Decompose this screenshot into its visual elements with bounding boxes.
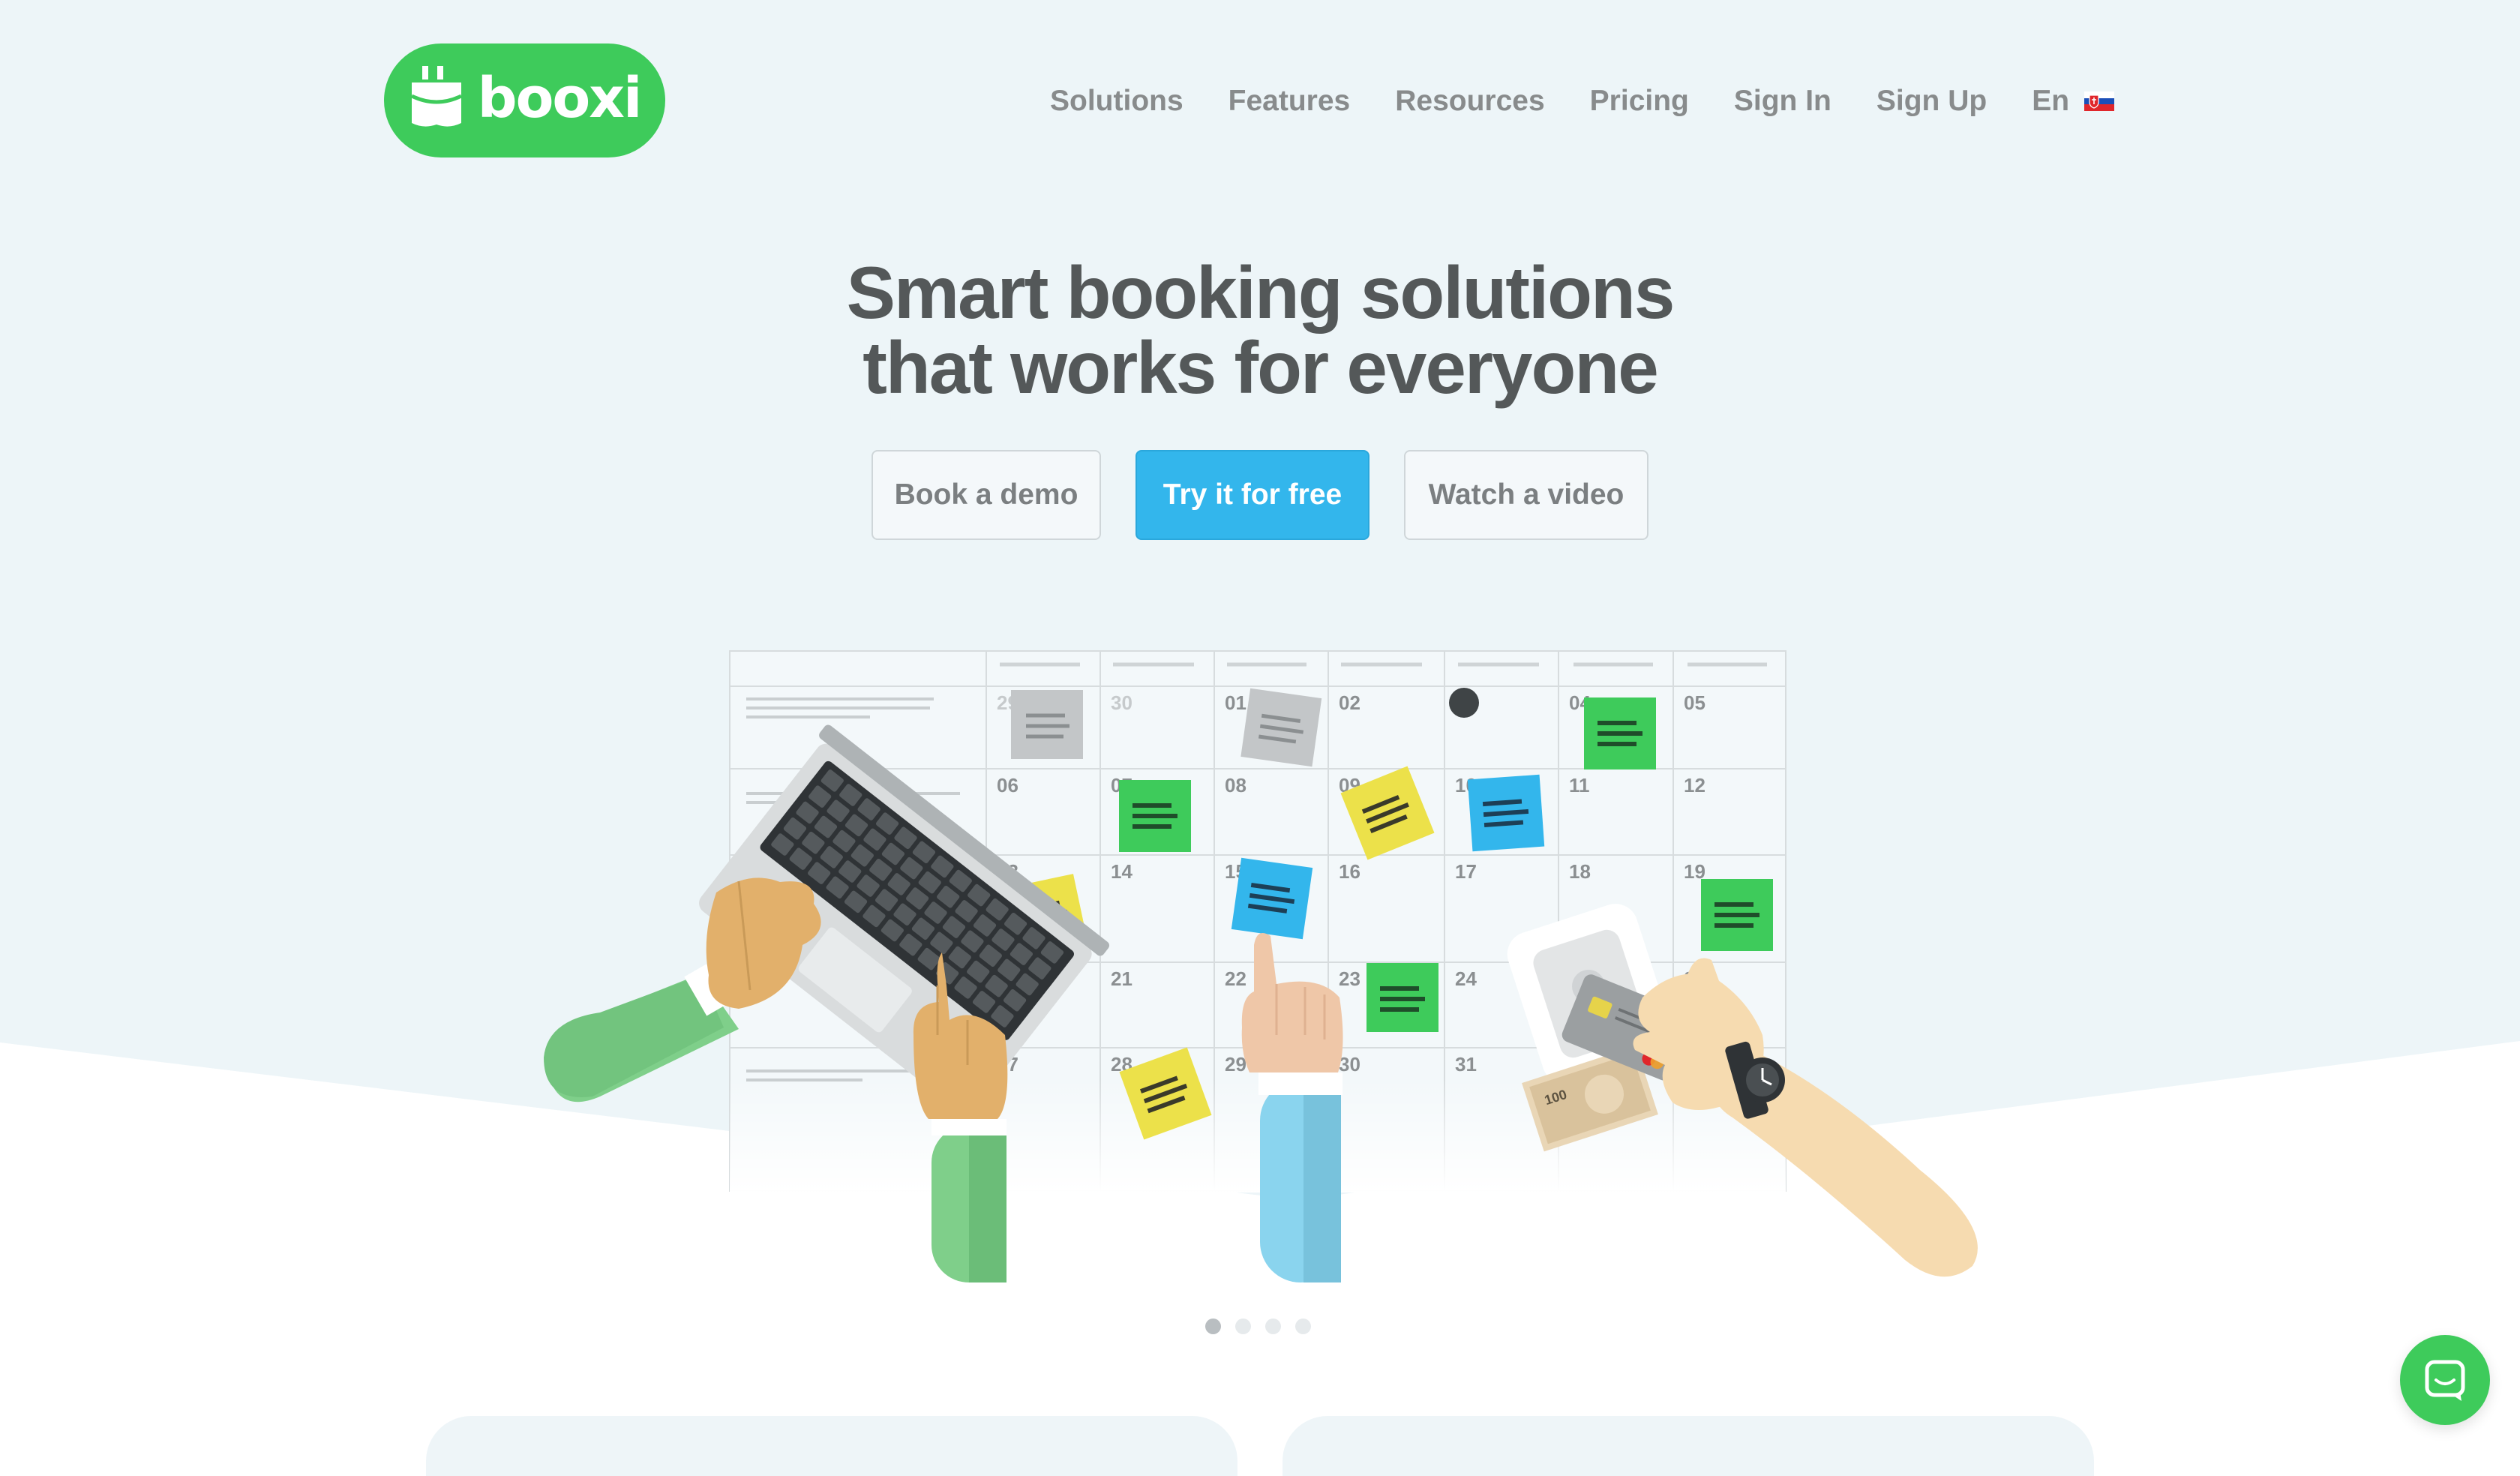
calendar-day: 24 xyxy=(1455,968,1477,990)
feature-card-right xyxy=(1282,1416,2094,1476)
book-demo-button[interactable]: Book a demo xyxy=(872,450,1101,540)
language-label: En xyxy=(2032,85,2070,117)
booxi-logo[interactable]: booxi xyxy=(384,44,665,158)
slider-dot-2[interactable] xyxy=(1235,1318,1251,1334)
calendar-day: 30 xyxy=(1111,692,1132,714)
main-nav: Solutions Features Resources Pricing Sig… xyxy=(1050,75,2115,128)
hero-illustration: 2930010203040506070809101112131415161718… xyxy=(544,650,1978,1282)
nav-resources[interactable]: Resources xyxy=(1395,85,1544,118)
calendar-day: 29 xyxy=(1225,1053,1246,1076)
hero-title: Smart booking solutions that works for e… xyxy=(0,255,2520,405)
calendar-day: 18 xyxy=(1569,860,1591,883)
calendar-day: 21 xyxy=(1111,968,1132,990)
chat-bubble-icon xyxy=(2425,1360,2465,1401)
calendar-day: 11 xyxy=(1569,774,1590,796)
calendar-day: 31 xyxy=(1455,1053,1477,1076)
slider-dot-1[interactable] xyxy=(1205,1318,1221,1334)
nav-sign-up[interactable]: Sign Up xyxy=(1876,85,1987,118)
today-marker xyxy=(1449,688,1479,718)
nav-features[interactable]: Features xyxy=(1228,85,1351,118)
nav-solutions[interactable]: Solutions xyxy=(1050,85,1184,118)
nav-sign-in[interactable]: Sign In xyxy=(1734,85,1832,118)
calendar-day: 01 xyxy=(1225,692,1246,714)
brand-name: booxi xyxy=(477,66,643,130)
slider-dot-4[interactable] xyxy=(1295,1318,1311,1334)
cta-buttons: Book a demo Try it for free Watch a vide… xyxy=(0,450,2520,540)
calendar-day: 14 xyxy=(1111,860,1132,883)
hero-title-line-1: Smart booking solutions xyxy=(846,251,1676,334)
calendar-day: 22 xyxy=(1225,968,1246,990)
calendar-day: 06 xyxy=(997,774,1018,796)
slider-dot-3[interactable] xyxy=(1265,1318,1281,1334)
hero-title-line-2: that works for everyone xyxy=(862,326,1659,409)
calendar-day: 12 xyxy=(1684,774,1706,796)
feature-card-left xyxy=(426,1416,1238,1476)
calendar-day: 30 xyxy=(1339,1053,1360,1076)
calendar-day: 02 xyxy=(1339,692,1360,714)
watch-video-button[interactable]: Watch a video xyxy=(1404,450,1648,540)
chat-button[interactable] xyxy=(2400,1335,2490,1425)
calendar-day: 05 xyxy=(1684,692,1706,714)
calendar-day: 17 xyxy=(1455,860,1477,883)
language-selector[interactable]: En xyxy=(2032,85,2115,118)
slider-dots xyxy=(1205,1318,1311,1334)
nav-pricing[interactable]: Pricing xyxy=(1590,85,1689,118)
slovakia-flag-icon xyxy=(2084,92,2115,111)
calendar-bag-icon xyxy=(410,66,462,127)
calendar-day: 08 xyxy=(1225,774,1246,796)
calendar-day: 23 xyxy=(1339,968,1360,990)
try-free-button[interactable]: Try it for free xyxy=(1136,450,1370,540)
calendar-day: 16 xyxy=(1339,860,1360,883)
